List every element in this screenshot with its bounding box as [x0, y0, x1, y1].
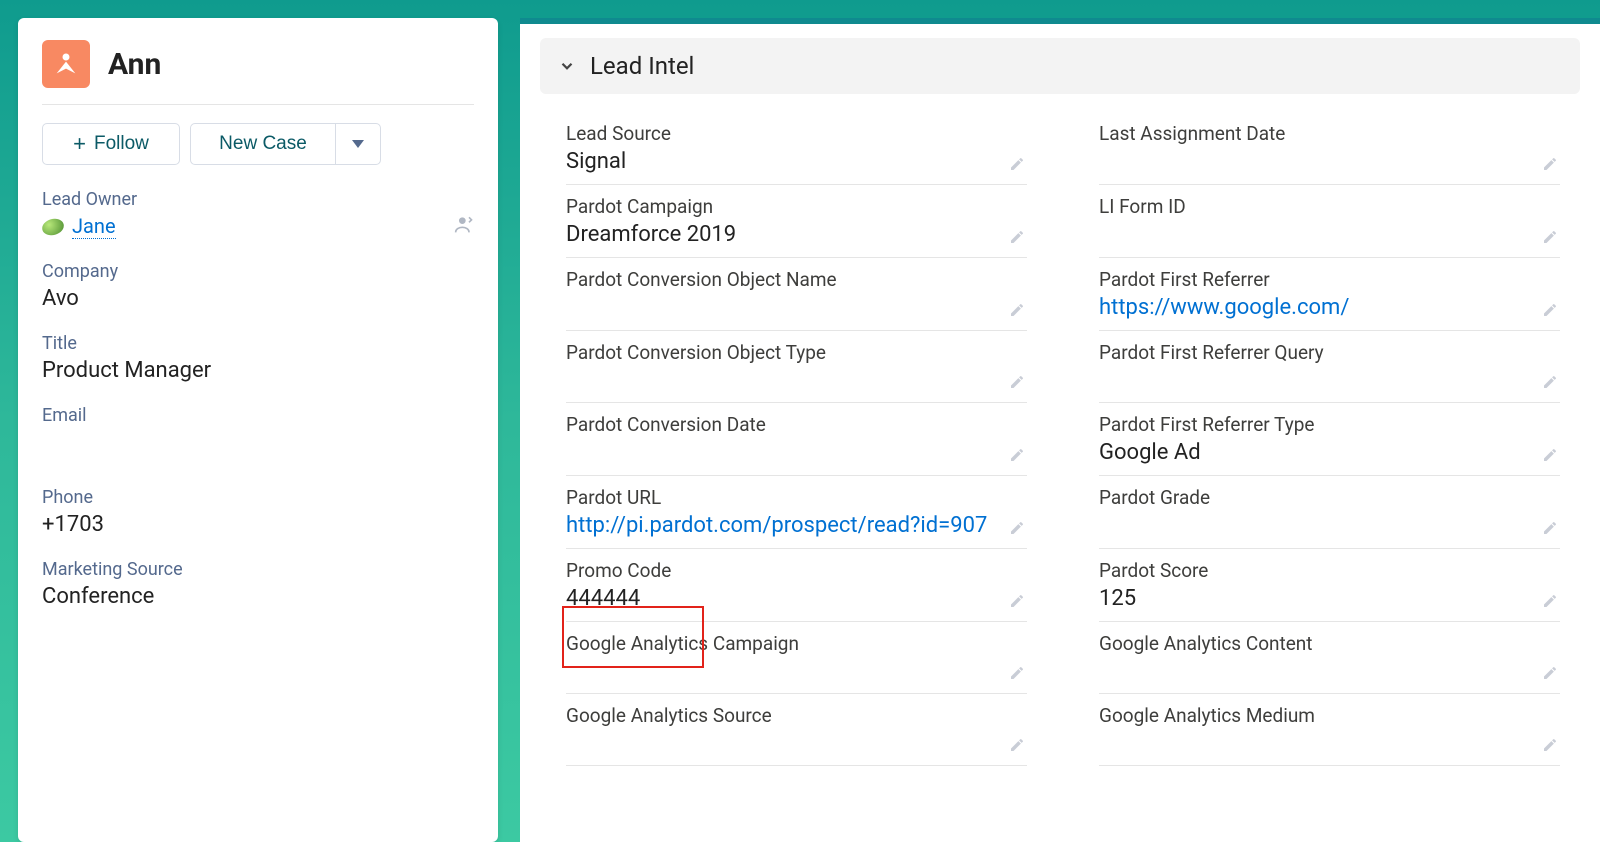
- detail-field: Promo Code 444444: [566, 549, 1027, 622]
- edit-pencil-icon[interactable]: [1009, 229, 1025, 245]
- detail-field: Pardot Conversion Date: [566, 403, 1027, 476]
- detail-label: Pardot Conversion Object Name: [566, 268, 1027, 291]
- edit-pencil-icon[interactable]: [1542, 737, 1558, 753]
- detail-field: Pardot Conversion Object Type: [566, 331, 1027, 403]
- detail-field: Google Analytics Content: [1099, 622, 1560, 694]
- edit-pencil-icon[interactable]: [1542, 302, 1558, 318]
- detail-label: Pardot URL: [566, 486, 1027, 509]
- fields-grid: Lead Source Signal Last Assignment Date Par…: [520, 94, 1600, 766]
- detail-label: Pardot Conversion Date: [566, 413, 1027, 436]
- plus-icon: +: [73, 131, 86, 157]
- detail-label: Last Assignment Date: [1099, 122, 1560, 145]
- detail-label: Google Analytics Campaign: [566, 632, 1027, 655]
- edit-pencil-icon[interactable]: [1009, 302, 1025, 318]
- edit-pencil-icon[interactable]: [1542, 374, 1558, 390]
- detail-label: Promo Code: [566, 559, 1027, 582]
- section-title: Lead Intel: [590, 52, 694, 80]
- marketing-source-value: Conference: [42, 584, 474, 609]
- detail-field: Pardot First Referrer Type Google Ad: [1099, 403, 1560, 476]
- detail-label: Pardot Campaign: [566, 195, 1027, 218]
- edit-pencil-icon[interactable]: [1542, 593, 1558, 609]
- caret-down-icon: [352, 140, 364, 148]
- detail-label: Pardot First Referrer Type: [1099, 413, 1560, 436]
- detail-label: Pardot Grade: [1099, 486, 1560, 509]
- company-label: Company: [42, 261, 474, 282]
- edit-pencil-icon[interactable]: [1009, 447, 1025, 463]
- detail-field: Pardot Campaign Dreamforce 2019: [566, 185, 1027, 258]
- detail-value[interactable]: http://pi.pardot.com/prospect/read?id=90…: [566, 513, 1027, 538]
- detail-label: Google Analytics Medium: [1099, 704, 1560, 727]
- new-case-group: New Case: [190, 123, 381, 165]
- edit-pencil-icon[interactable]: [1542, 665, 1558, 681]
- lead-header: Ann: [42, 40, 474, 105]
- field-lead-owner: Lead Owner Jane: [42, 189, 474, 239]
- more-actions-button[interactable]: [335, 123, 381, 165]
- detail-label: Pardot First Referrer: [1099, 268, 1560, 291]
- edit-pencil-icon[interactable]: [1542, 229, 1558, 245]
- detail-value: Dreamforce 2019: [566, 222, 1027, 247]
- detail-label: Google Analytics Content: [1099, 632, 1560, 655]
- new-case-button[interactable]: New Case: [190, 123, 335, 165]
- marketing-source-label: Marketing Source: [42, 559, 474, 580]
- detail-value: 444444: [566, 586, 1027, 611]
- detail-field: Pardot First Referrer https://www.google.…: [1099, 258, 1560, 331]
- company-value: Avo: [42, 286, 474, 311]
- detail-field: Google Analytics Medium: [1099, 694, 1560, 766]
- lead-intel-panel: Lead Intel Lead Source Signal Last Assignm…: [520, 18, 1600, 842]
- edit-pencil-icon[interactable]: [1542, 520, 1558, 536]
- detail-field: Pardot First Referrer Query: [1099, 331, 1560, 403]
- lead-icon: [42, 40, 90, 88]
- chevron-down-icon: [558, 57, 576, 75]
- field-company: Company Avo: [42, 261, 474, 311]
- detail-label: Pardot First Referrer Query: [1099, 341, 1560, 364]
- detail-field: Pardot Grade: [1099, 476, 1560, 549]
- lead-owner-label: Lead Owner: [42, 189, 474, 210]
- edit-pencil-icon[interactable]: [1009, 156, 1025, 172]
- detail-field: LI Form ID: [1099, 185, 1560, 258]
- follow-button[interactable]: + Follow: [42, 123, 180, 165]
- new-case-label: New Case: [219, 133, 307, 155]
- field-phone: Phone +1703: [42, 487, 474, 537]
- detail-field: Last Assignment Date: [1099, 112, 1560, 185]
- phone-label: Phone: [42, 487, 474, 508]
- detail-label: Pardot Score: [1099, 559, 1560, 582]
- detail-value: Google Ad: [1099, 440, 1560, 465]
- edit-pencil-icon[interactable]: [1542, 447, 1558, 463]
- detail-label: Pardot Conversion Object Type: [566, 341, 1027, 364]
- edit-pencil-icon[interactable]: [1009, 374, 1025, 390]
- detail-field: Google Analytics Source: [566, 694, 1027, 766]
- field-title: Title Product Manager: [42, 333, 474, 383]
- title-label: Title: [42, 333, 474, 354]
- detail-value: 125: [1099, 586, 1560, 611]
- edit-pencil-icon[interactable]: [1009, 593, 1025, 609]
- section-header-lead-intel[interactable]: Lead Intel: [540, 38, 1580, 94]
- lead-owner-link[interactable]: Jane: [72, 214, 116, 239]
- detail-label: Lead Source: [566, 122, 1027, 145]
- title-value: Product Manager: [42, 358, 474, 383]
- detail-field: Pardot Conversion Object Name: [566, 258, 1027, 331]
- lead-name: Ann: [108, 47, 161, 82]
- change-owner-icon[interactable]: [454, 214, 474, 239]
- detail-field: Pardot URL http://pi.pardot.com/prospect/…: [566, 476, 1027, 549]
- phone-value: +1703: [42, 512, 474, 537]
- detail-label: Google Analytics Source: [566, 704, 1027, 727]
- follow-label: Follow: [94, 133, 149, 155]
- detail-field: Lead Source Signal: [566, 112, 1027, 185]
- field-email: Email: [42, 405, 474, 465]
- detail-field: Pardot Score 125: [1099, 549, 1560, 622]
- edit-pencil-icon[interactable]: [1009, 665, 1025, 681]
- email-label: Email: [42, 405, 474, 426]
- field-marketing-source: Marketing Source Conference: [42, 559, 474, 609]
- owner-avatar-icon: [40, 216, 65, 237]
- edit-pencil-icon[interactable]: [1009, 737, 1025, 753]
- edit-pencil-icon[interactable]: [1542, 156, 1558, 172]
- lead-summary-card: Ann + Follow New Case Lead Owner J: [18, 18, 498, 842]
- detail-label: LI Form ID: [1099, 195, 1560, 218]
- detail-value: Signal: [566, 149, 1027, 174]
- detail-field: Google Analytics Campaign: [566, 622, 1027, 694]
- edit-pencil-icon[interactable]: [1009, 520, 1025, 536]
- detail-value[interactable]: https://www.google.com/: [1099, 295, 1560, 320]
- action-row: + Follow New Case: [42, 105, 474, 189]
